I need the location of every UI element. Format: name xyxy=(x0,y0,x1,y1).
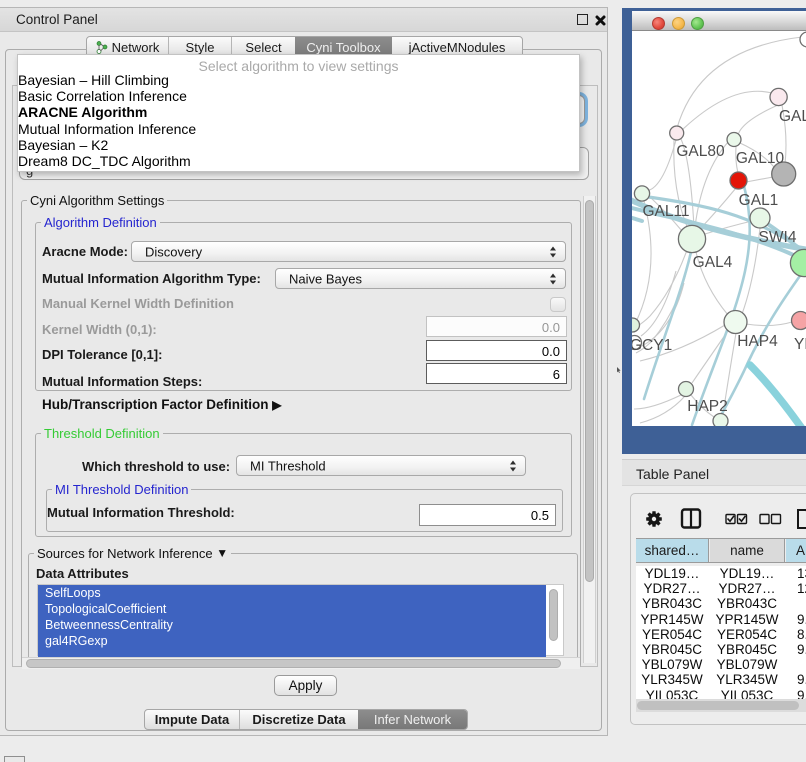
svg-text:GAL11: GAL11 xyxy=(642,203,689,220)
svg-text:SWI4: SWI4 xyxy=(759,229,797,246)
svg-text:HAP2: HAP2 xyxy=(687,398,728,415)
svg-text:GAL80: GAL80 xyxy=(676,143,725,160)
svg-text:GAL1: GAL1 xyxy=(739,192,779,209)
svg-text:YM: YM xyxy=(794,336,806,353)
svg-text:GAL4: GAL4 xyxy=(693,254,733,271)
svg-text:GAL7: GAL7 xyxy=(779,108,806,125)
svg-text:HAP4: HAP4 xyxy=(737,333,778,350)
svg-text:GAL10: GAL10 xyxy=(736,150,785,167)
svg-text:GCY1: GCY1 xyxy=(632,337,672,354)
